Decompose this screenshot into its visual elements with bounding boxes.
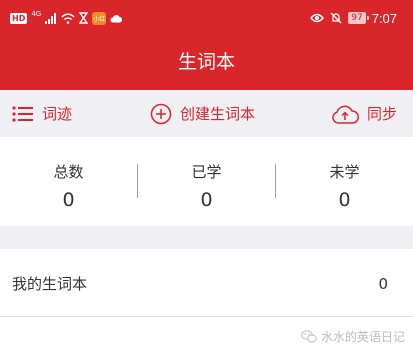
words-button[interactable]: 词迹 [12,90,72,137]
page-title: 生词本 [177,51,235,73]
signal-icon [45,12,57,24]
watermark-text: 水水的英语日记 [320,330,405,344]
watermark: 水水的英语日记 [301,328,405,345]
stats-panel: 总数 0 已学 0 未学 0 [0,137,413,226]
cloud-upload-icon [332,105,359,124]
mute-icon [330,12,342,24]
stat-value: 0 [200,189,213,211]
stat-label: 未学 [329,163,360,181]
sync-label: 同步 [367,104,398,123]
section-gap [0,226,413,249]
status-bar: HD 4G 小红 97 7:07 [0,0,413,36]
wechat-icon [301,330,317,343]
stat-unlearned: 未学 0 [276,162,413,212]
stat-label: 总数 [53,163,84,181]
stat-total: 总数 0 [0,162,137,212]
toolbar: 词迹 创建生词本 同步 [0,90,413,137]
cloud-icon [110,14,123,22]
battery-icon: 97 [348,12,370,24]
eye-icon [310,13,325,23]
create-wordbook-button[interactable]: 创建生词本 [150,90,255,137]
stat-value: 0 [338,189,351,211]
hourglass-icon [79,12,89,24]
network-type: 4G [31,10,42,18]
wordbook-name: 我的生词本 [12,275,88,293]
create-wordbook-label: 创建生词本 [180,104,256,123]
wifi-icon [61,13,75,24]
add-circle-icon [150,103,172,124]
list-icon [12,105,33,122]
status-time: 7:07 [371,10,397,26]
hd-indicator: HD [10,12,28,24]
stat-label: 已学 [191,163,222,181]
wordbook-row[interactable]: 我的生词本 0 [0,249,413,317]
words-label: 词迹 [42,104,73,123]
stat-learned: 已学 0 [138,162,275,212]
app-notification-icon: 小红 [92,11,107,25]
wordbook-count: 0 [378,275,388,293]
stat-value: 0 [62,189,75,211]
sync-button[interactable]: 同步 [331,90,397,137]
